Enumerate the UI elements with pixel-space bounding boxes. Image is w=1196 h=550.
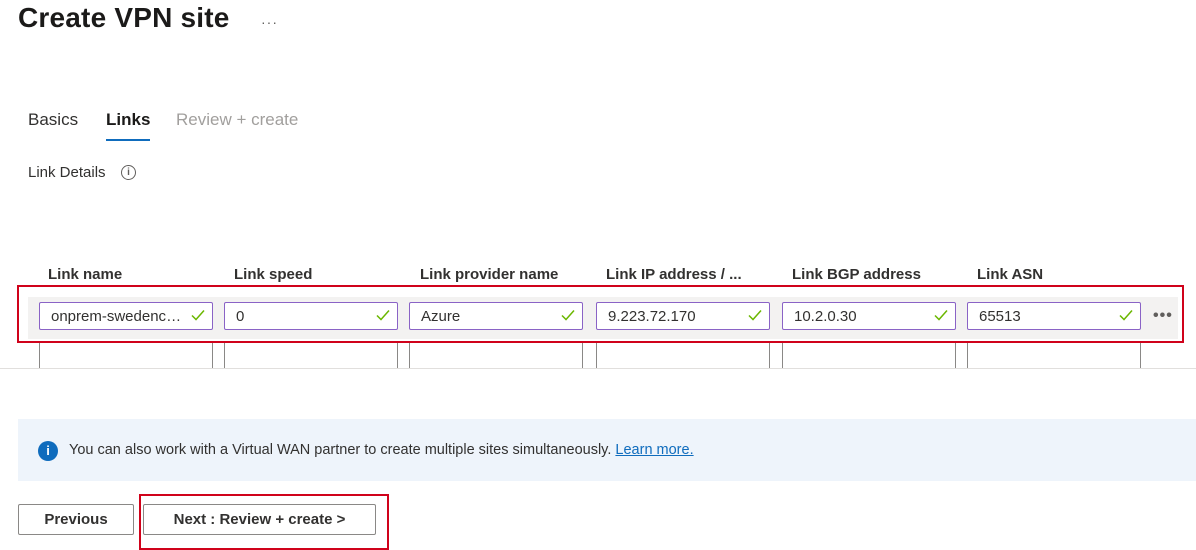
header-link-name: Link name — [48, 266, 123, 283]
checkmark-icon — [561, 310, 575, 321]
header-link-asn: Link ASN — [977, 266, 1044, 283]
link-provider-value: Azure — [421, 308, 461, 325]
checkmark-icon — [191, 310, 205, 321]
empty-cell[interactable] — [224, 343, 398, 369]
row-more-icon[interactable]: ••• — [1153, 307, 1173, 325]
link-speed-value: 0 — [236, 308, 245, 325]
banner-text: You can also work with a Virtual WAN par… — [69, 442, 612, 458]
header-link-provider-name: Link provider name — [420, 266, 559, 283]
header-link-ip-address: Link IP address / ... — [606, 266, 742, 283]
info-banner: i You can also work with a Virtual WAN p… — [18, 419, 1196, 481]
link-details-label: Link Details — [28, 164, 106, 181]
empty-cell[interactable] — [596, 343, 770, 369]
info-filled-icon: i — [38, 441, 58, 461]
checkmark-icon — [934, 310, 948, 321]
link-asn-input[interactable]: 65513 — [967, 302, 1141, 330]
empty-cell[interactable] — [409, 343, 583, 369]
info-icon[interactable]: i — [121, 165, 136, 180]
header-link-speed: Link speed — [234, 266, 313, 283]
link-bgp-address-value: 10.2.0.30 — [794, 308, 857, 325]
empty-cell[interactable] — [782, 343, 956, 369]
next-review-create-button[interactable]: Next : Review + create > — [143, 504, 376, 535]
learn-more-link[interactable]: Learn more. — [615, 442, 693, 458]
link-speed-input[interactable]: 0 — [224, 302, 398, 330]
more-options-icon[interactable]: ··· — [261, 14, 278, 30]
link-asn-value: 65513 — [979, 308, 1021, 325]
empty-cell[interactable] — [967, 343, 1141, 369]
tab-basics[interactable]: Basics — [28, 110, 78, 130]
checkmark-icon — [1119, 310, 1133, 321]
link-ip-address-value: 9.223.72.170 — [608, 308, 696, 325]
link-name-value: onprem-swedencentral — [51, 308, 187, 325]
page-title: Create VPN site — [18, 2, 230, 33]
tab-links[interactable]: Links — [106, 110, 151, 141]
checkmark-icon — [748, 310, 762, 321]
checkmark-icon — [376, 310, 390, 321]
empty-cell[interactable] — [39, 343, 213, 369]
banner-message: You can also work with a Virtual WAN par… — [69, 442, 694, 458]
link-provider-input[interactable]: Azure — [409, 302, 583, 330]
header-link-bgp-address: Link BGP address — [792, 266, 921, 283]
previous-button[interactable]: Previous — [18, 504, 134, 535]
tab-review-create[interactable]: Review + create — [176, 110, 298, 130]
divider — [0, 368, 1196, 369]
link-bgp-address-input[interactable]: 10.2.0.30 — [782, 302, 956, 330]
link-name-input[interactable]: onprem-swedencentral — [39, 302, 213, 330]
link-ip-address-input[interactable]: 9.223.72.170 — [596, 302, 770, 330]
